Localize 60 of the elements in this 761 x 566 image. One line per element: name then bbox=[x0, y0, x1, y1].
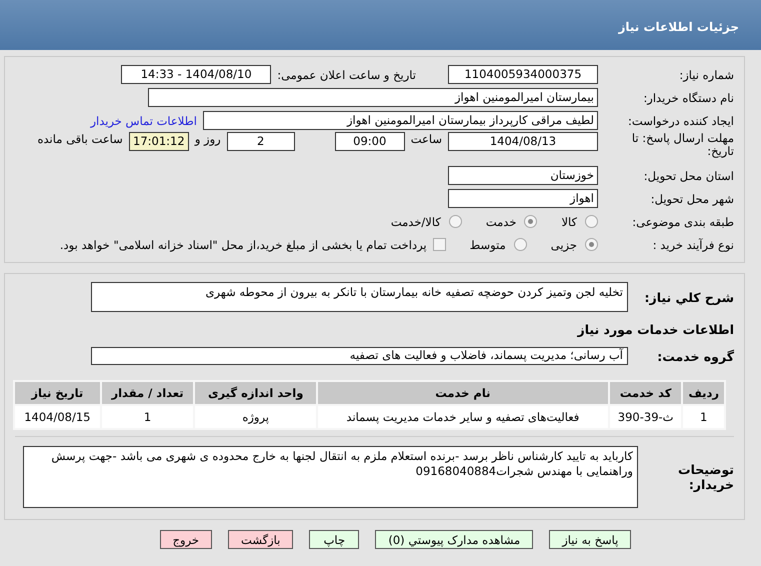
exit-button[interactable]: خروج bbox=[160, 530, 212, 549]
announce-date-field: 1404/08/10 - 14:33 bbox=[121, 65, 272, 84]
action-button[interactable]: مشاهده مدارک پیوستي (0) bbox=[375, 530, 534, 549]
table-cell: فعالیت‌های تصفیه و سایر خدمات مدیریت پسماند bbox=[316, 405, 609, 429]
field-label: توضیحات خریدار: bbox=[677, 462, 734, 492]
field-label: شماره نیاز: bbox=[678, 68, 734, 82]
action-button[interactable]: چاپ bbox=[309, 530, 360, 549]
city-field: اهواز bbox=[448, 189, 598, 208]
page-title: جزئیات اطلاعات نیاز bbox=[618, 20, 739, 34]
field-label: ساعت bbox=[410, 132, 442, 146]
field-label: شهر محل تحویل: bbox=[650, 192, 734, 206]
table-cell: ث-39-390 bbox=[608, 405, 682, 429]
deadline-time-field: 09:00 bbox=[334, 132, 405, 151]
service-group-field: آب رسانی؛ مدیریت پسماند، فاضلاب و فعالیت های تصفیه bbox=[91, 347, 628, 365]
buyer-org-field: بیمارستان امیرالمومنین اهواز bbox=[148, 88, 598, 107]
radio-button[interactable] bbox=[448, 215, 462, 228]
column-header: تعداد / مقدار bbox=[100, 381, 194, 405]
section-title: اطلاعات خدمات مورد نياز bbox=[576, 322, 734, 336]
requester-field: لطیف مراقی کارپرداز بیمارستان امیرالمومنین اهواز bbox=[203, 111, 598, 130]
table-cell: پروژه bbox=[194, 405, 317, 429]
field-label: نام دستگاه خریدار: bbox=[642, 90, 734, 104]
column-header: تاریخ نیاز bbox=[14, 381, 101, 405]
radio-button[interactable] bbox=[514, 238, 527, 251]
buyer-notes-field: کاربايد به تاييد کارشناس ناظر برسد -برنده استعلام ملزم به انتقال لجنها به خارج محدوده ی شهری می باشد -جهت پرسش وراهنمایی با مهندس شجرات09168040884 bbox=[23, 446, 638, 508]
column-header: نام خدمت bbox=[316, 381, 609, 405]
field-label: استان محل تحویل: bbox=[642, 168, 734, 182]
remaining-time-field: 17:01:12 bbox=[128, 132, 189, 151]
deadline-date-field: 1404/08/13 bbox=[448, 132, 598, 151]
days-field: 2 bbox=[226, 132, 295, 151]
field-label: گروه خدمت: bbox=[656, 348, 734, 364]
radio-label: خدمت bbox=[486, 214, 516, 228]
field-label: طبقه بندی موضوعی: bbox=[631, 214, 734, 228]
description-field: تخلیه لجن وتمیز کردن حوضچه تصفیه خانه بیمارستان با تانکر به بیرون از محوطه شهری bbox=[91, 282, 628, 312]
checkbox[interactable] bbox=[432, 238, 446, 251]
column-header: کد خدمت bbox=[608, 381, 682, 405]
field-label: ساعت باقی مانده bbox=[38, 132, 123, 146]
radio-label: جزیی bbox=[550, 238, 577, 252]
action-button[interactable]: پاسخ به نیاز bbox=[549, 530, 632, 549]
exit-button[interactable]: بازگشت bbox=[228, 530, 294, 549]
column-header: واحد اندازه گیری bbox=[194, 381, 317, 405]
radio-button[interactable] bbox=[585, 238, 598, 251]
field-label: روز و bbox=[194, 132, 221, 146]
radio-label: کالا/خدمت bbox=[390, 214, 441, 228]
need-number-field: 1104005934000375 bbox=[448, 65, 598, 84]
radio-label: کالا bbox=[561, 214, 577, 228]
table-cell: 1 bbox=[682, 405, 725, 429]
field-label: نوع فرآیند خرید : bbox=[652, 238, 734, 252]
radio-button[interactable] bbox=[585, 215, 598, 228]
table-cell: 1 bbox=[100, 405, 194, 429]
field-label: شرح کلي نياز: bbox=[644, 290, 734, 304]
radio-label: متوسط bbox=[470, 238, 506, 252]
field-label: تاریخ و ساعت اعلان عمومی: bbox=[277, 68, 416, 82]
buyer-contact-link[interactable]: اطلاعات تماس خریدار bbox=[90, 114, 197, 128]
field-label: ایجاد کننده درخواست: bbox=[627, 114, 734, 128]
province-field: خوزستان bbox=[448, 166, 598, 185]
field-label: مهلت ارسال پاسخ: تا تاریخ: bbox=[630, 132, 734, 158]
column-header: ردیف bbox=[682, 381, 725, 405]
radio-button[interactable] bbox=[524, 215, 538, 228]
checkbox-label: پرداخت تمام یا بخشی از مبلغ خرید،از محل "اسناد خزانه اسلامی" خواهد بود. bbox=[60, 238, 427, 252]
table-cell: 1404/08/15 bbox=[14, 405, 101, 429]
